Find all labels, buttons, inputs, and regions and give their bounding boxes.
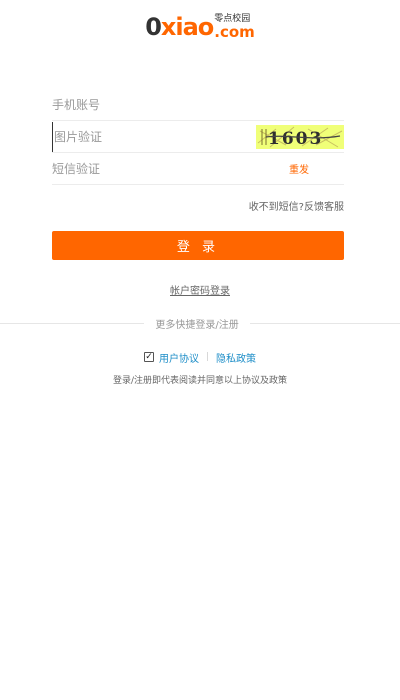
- checkmark-icon: ✓: [145, 351, 153, 362]
- captcha-image[interactable]: 1603: [256, 125, 344, 149]
- agreement-separator: |: [205, 352, 210, 362]
- quick-login-divider: 更多快捷登录/注册: [0, 317, 400, 331]
- user-agreement-link[interactable]: 用户协议: [159, 350, 199, 365]
- agreement-row: ✓ 用户协议 | 隐私政策: [0, 349, 400, 365]
- privacy-policy-link[interactable]: 隐私政策: [216, 350, 256, 365]
- divider-text: 更多快捷登录/注册: [155, 319, 239, 331]
- resend-button[interactable]: 重发: [289, 161, 309, 176]
- phone-row: [52, 89, 344, 121]
- logo-stack: 零点校园 .com: [214, 15, 255, 40]
- divider-line-left: [0, 322, 145, 324]
- captcha-row: 1603: [52, 121, 344, 153]
- sms-feedback-link[interactable]: 收不到短信?反馈客服: [249, 198, 344, 213]
- phone-input[interactable]: [52, 89, 344, 120]
- logo-com: .com: [214, 23, 255, 41]
- logo-wordmark: 0 xiao 零点校园 .com: [145, 14, 255, 40]
- password-login-container: 帐户密码登录: [0, 279, 400, 298]
- site-logo: 0 xiao 零点校园 .com: [0, 12, 400, 42]
- agreement-checkbox[interactable]: ✓: [143, 351, 154, 362]
- captcha-svg: 1603: [256, 125, 344, 149]
- login-button[interactable]: 登 录: [52, 231, 344, 260]
- agreement-notice: 登录/注册即代表阅读并同意以上协议及政策: [112, 376, 288, 386]
- password-login-link[interactable]: 帐户密码登录: [170, 286, 230, 297]
- captcha-code: 1603: [268, 129, 323, 149]
- sms-row: 重发: [52, 153, 344, 185]
- login-page: 0 xiao 零点校园 .com 1603 重发 收不到短信?反馈客服 登 录: [0, 0, 400, 700]
- divider-line-right: [249, 322, 400, 324]
- logo-zero: 0: [145, 13, 162, 41]
- logo-xiao: xiao: [160, 13, 214, 41]
